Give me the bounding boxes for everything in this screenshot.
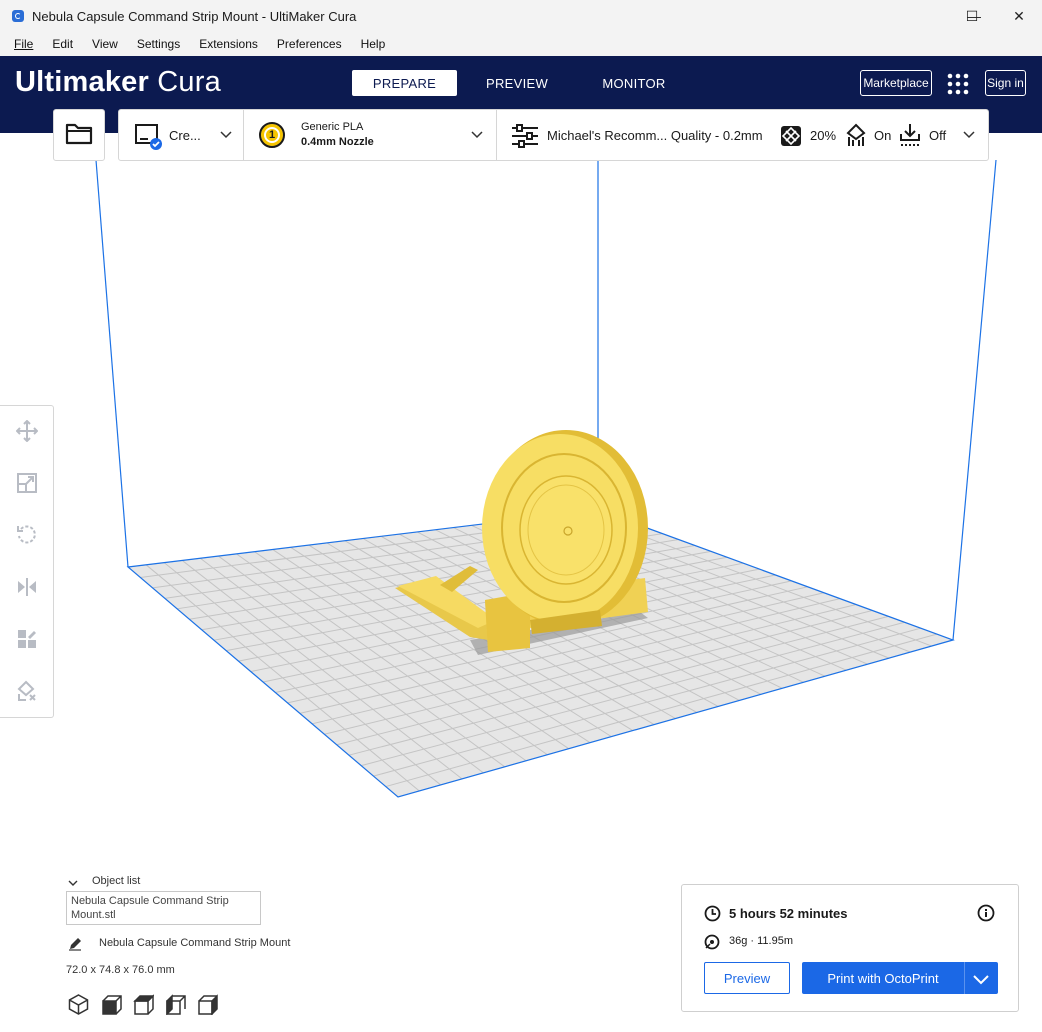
scale-tool-button[interactable] [13,471,41,499]
view-3d-icon[interactable] [68,994,89,1020]
view-front-icon[interactable] [101,994,122,1020]
menu-view[interactable]: View [86,37,131,51]
infill-value: 20% [810,128,837,143]
menu-settings[interactable]: Settings [131,37,193,51]
adhesion-icon [899,123,921,152]
object-name: Nebula Capsule Command Strip Mount [99,937,291,949]
menu-preferences[interactable]: Preferences [271,37,355,51]
object-list-item[interactable]: Nebula Capsule Command Strip Mount.stl [66,891,261,925]
per-model-settings-button[interactable] [13,627,41,655]
profile-name: Michael's Recomm... Quality - 0.2mm [547,128,763,143]
transform-tools-panel [0,405,54,718]
clock-icon [704,905,721,927]
cura-logo: Ultimaker Cura [15,66,221,98]
print-setup-bar: Cre... 1 Generic PLA 0.4mm Nozzle Michae… [118,109,989,161]
menu-file[interactable]: File [8,37,46,51]
adhesion-value: Off [929,128,947,143]
object-list-header: Object list [92,875,141,887]
mirror-tool-button[interactable] [13,575,41,603]
menu-bar: File Edit View Settings Extensions Prefe… [0,32,1042,56]
chevron-down-icon [471,127,483,145]
printer-name: Cre... [169,128,201,143]
tab-prepare[interactable]: PREPARE [352,70,457,96]
marketplace-button[interactable]: Marketplace [860,70,932,96]
support-blocker-icon [16,680,38,707]
move-icon [15,419,39,447]
menu-help[interactable]: Help [355,37,399,51]
object-file-name-line2: Mount.stl [71,909,116,921]
print-with-octoprint-button[interactable]: Print with OctoPrint [802,962,998,994]
pencil-icon[interactable] [68,937,82,956]
view-right-icon[interactable] [197,994,218,1020]
per-model-settings-icon [16,628,38,655]
support-value: On [874,128,892,143]
title-bar: Nebula Capsule Command Strip Mount - Ult… [0,0,1042,32]
preview-button[interactable]: Preview [704,962,790,994]
material-name: Generic PLA [301,121,364,133]
sign-in-button[interactable]: Sign in [985,70,1026,96]
support-blocker-button[interactable] [13,679,41,707]
support-icon [845,123,867,152]
menu-extensions[interactable]: Extensions [193,37,271,51]
print-summary-panel: 5 hours 52 minutes 36g · 11.95m Preview … [681,884,1019,1012]
material-usage: 36g · 11.95m [729,935,794,947]
folder-icon [65,121,93,150]
printer-selector[interactable]: Cre... [119,110,243,160]
tab-preview[interactable]: PREVIEW [465,70,569,96]
view-orientation-buttons [68,994,218,1016]
maximize-button[interactable]: ☐ [949,0,995,32]
rotate-tool-button[interactable] [13,523,41,551]
extruder-icon: 1 [259,122,285,148]
print-time: 5 hours 52 minutes [729,906,848,921]
sliders-icon [511,124,539,153]
open-file-button[interactable] [53,109,105,161]
chevron-down-icon[interactable] [973,973,989,988]
close-button[interactable]: ✕ [996,0,1042,32]
info-icon[interactable] [977,904,995,927]
rotate-icon [16,524,38,551]
tab-monitor[interactable]: MONITOR [582,70,686,96]
printer-icon [134,123,162,156]
object-file-name-line1: Nebula Capsule Command Strip [71,895,229,907]
material-selector[interactable]: 1 Generic PLA 0.4mm Nozzle [244,110,496,160]
nozzle-size: 0.4mm Nozzle [301,136,374,148]
move-tool-button[interactable] [13,419,41,447]
view-top-icon[interactable] [133,994,155,1020]
mirror-icon [16,576,38,603]
infill-icon [780,125,802,152]
cura-app-icon [12,10,24,22]
view-left-icon[interactable] [165,994,186,1020]
spool-icon [704,934,720,955]
scale-icon [16,472,38,499]
window-title: Nebula Capsule Command Strip Mount - Ult… [32,8,357,24]
menu-edit[interactable]: Edit [46,37,86,51]
chevron-down-icon [220,127,232,145]
object-dimensions: 72.0 x 74.8 x 76.0 mm [66,964,175,976]
apps-grid-icon[interactable] [947,73,969,95]
chevron-down-icon [963,127,975,145]
print-settings-selector[interactable]: Michael's Recomm... Quality - 0.2mm 20% … [497,110,989,160]
print-button-label: Print with OctoPrint [827,970,939,986]
